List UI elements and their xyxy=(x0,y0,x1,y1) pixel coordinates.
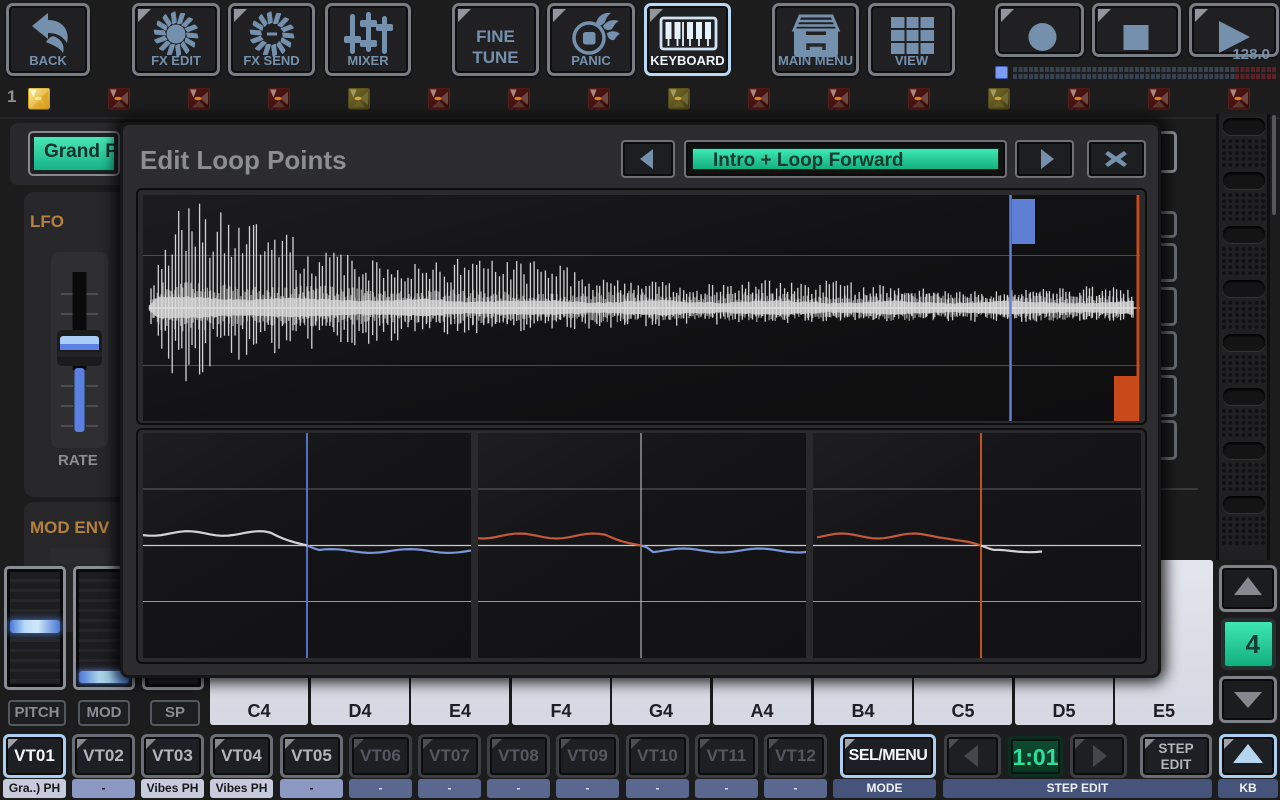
svg-text:128.0: 128.0 xyxy=(1232,46,1270,60)
